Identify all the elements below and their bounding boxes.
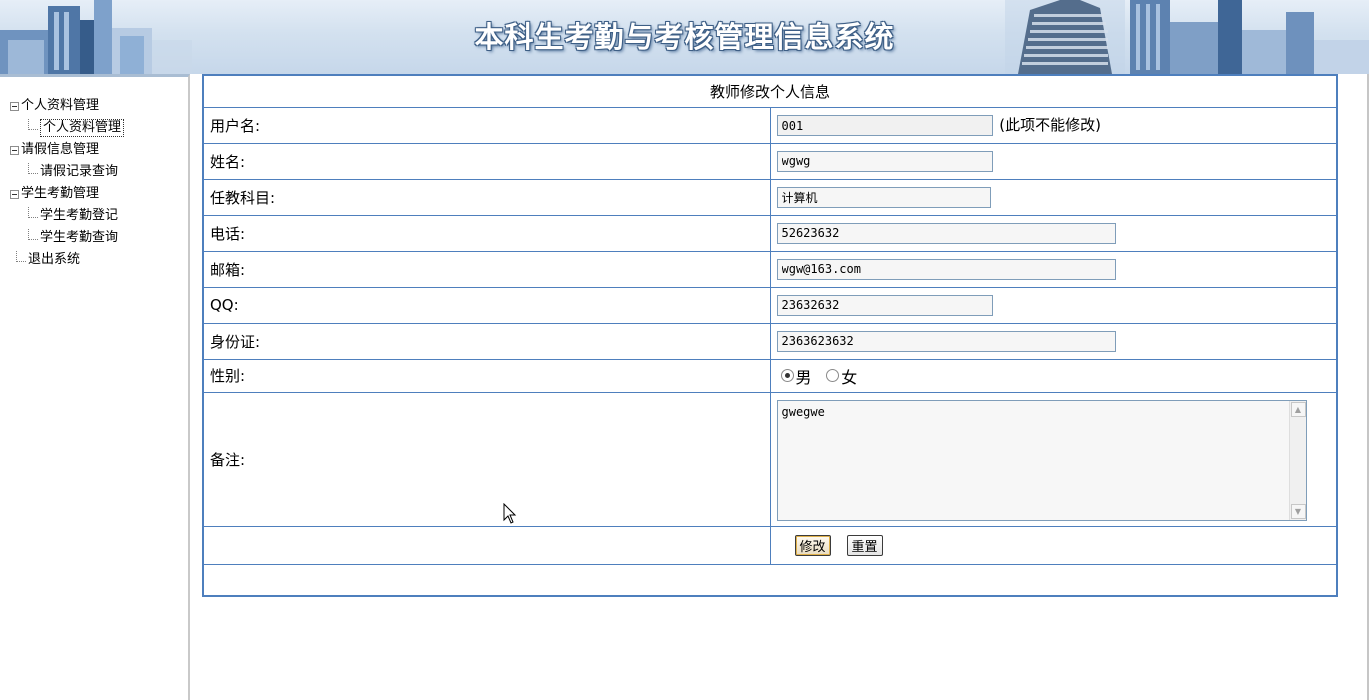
mouse-pointer-icon xyxy=(503,503,517,524)
tree-item-attendance-register[interactable]: 学生考勤登记 xyxy=(10,205,124,227)
tree-item-label[interactable]: 请假记录查询 xyxy=(40,161,118,183)
tree-item-leave-query[interactable]: 请假记录查询 xyxy=(10,161,124,183)
idcard-field[interactable] xyxy=(776,330,1116,352)
tree-item-profile[interactable]: 个人资料管理 xyxy=(10,117,125,139)
tree-connector-icon xyxy=(28,206,38,218)
name-field[interactable] xyxy=(776,150,993,172)
nav-tree: 个人资料管理 个人资料管理 请假信息管理 请假记录查询 学生考勤管理 学生考勤登… xyxy=(10,95,125,271)
form-caption: 教师修改个人信息 xyxy=(202,74,1338,108)
qq-field[interactable] xyxy=(776,294,993,316)
idcard-label: 身份证: xyxy=(202,322,771,360)
tree-item-label[interactable]: 学生考勤查询 xyxy=(40,227,118,249)
tree-group-label[interactable]: 请假信息管理 xyxy=(21,139,99,161)
form-footer-row xyxy=(202,563,1338,597)
button-row-spacer xyxy=(202,525,771,565)
gender-male-label[interactable]: 男 xyxy=(796,364,812,388)
modify-button[interactable]: 修改 xyxy=(794,534,831,556)
email-label: 邮箱: xyxy=(202,250,771,288)
subject-field[interactable] xyxy=(776,186,991,208)
main-content: 教师修改个人信息 用户名: (此项不能修改) 姓名: 任教科目: 电话: 邮箱:… xyxy=(202,74,1338,597)
phone-label: 电话: xyxy=(202,214,771,252)
system-title: 本科生考勤与考核管理信息系统 xyxy=(474,20,895,54)
radio-unchecked-icon[interactable] xyxy=(826,369,840,382)
gender-female-label[interactable]: 女 xyxy=(841,364,857,388)
tree-connector-icon xyxy=(28,162,38,174)
tree-connector-icon xyxy=(28,118,38,130)
remark-textarea[interactable]: gwegwe ▲ ▼ xyxy=(776,399,1307,521)
username-field[interactable] xyxy=(776,115,993,137)
tree-item-label[interactable]: 学生考勤登记 xyxy=(40,205,118,227)
scroll-up-icon[interactable]: ▲ xyxy=(1290,401,1306,417)
textarea-scrollbar[interactable]: ▲ ▼ xyxy=(1288,400,1306,520)
username-hint: (此项不能修改) xyxy=(999,115,1101,134)
gender-male-option[interactable]: 男 xyxy=(780,364,812,388)
tree-group-label[interactable]: 个人资料管理 xyxy=(21,95,99,117)
name-label: 姓名: xyxy=(202,142,771,180)
collapse-icon[interactable] xyxy=(10,101,19,111)
tree-group-profile[interactable]: 个人资料管理 xyxy=(10,95,124,117)
radio-checked-icon[interactable] xyxy=(780,369,794,382)
tree-item-exit[interactable]: 退出系统 xyxy=(10,249,124,271)
exit-system-link[interactable]: 退出系统 xyxy=(28,249,80,271)
header-banner: 本科生考勤与考核管理信息系统 xyxy=(0,0,1369,74)
reset-button[interactable]: 重置 xyxy=(846,534,883,556)
tree-item-label[interactable]: 个人资料管理 xyxy=(40,119,125,137)
gender-label: 性别: xyxy=(202,358,771,393)
left-nav-panel: 个人资料管理 个人资料管理 请假信息管理 请假记录查询 学生考勤管理 学生考勤登… xyxy=(0,74,190,700)
tree-connector-icon xyxy=(28,228,38,240)
collapse-icon[interactable] xyxy=(10,145,19,155)
scroll-down-icon[interactable]: ▼ xyxy=(1290,503,1306,519)
phone-field[interactable] xyxy=(776,222,1116,244)
tree-group-attendance[interactable]: 学生考勤管理 xyxy=(10,183,124,205)
gender-female-option[interactable]: 女 xyxy=(826,364,857,388)
tree-item-attendance-query[interactable]: 学生考勤查询 xyxy=(10,227,124,249)
qq-label: QQ: xyxy=(202,286,771,324)
tree-group-label[interactable]: 学生考勤管理 xyxy=(21,183,99,205)
subject-label: 任教科目: xyxy=(202,178,771,216)
collapse-icon[interactable] xyxy=(10,189,19,199)
remark-text[interactable]: gwegwe xyxy=(782,405,825,419)
tree-group-leave[interactable]: 请假信息管理 xyxy=(10,139,124,161)
tree-connector-icon xyxy=(16,250,26,262)
remark-label: 备注: xyxy=(202,391,771,527)
email-field[interactable] xyxy=(776,258,1116,280)
teacher-info-form: 教师修改个人信息 用户名: (此项不能修改) 姓名: 任教科目: 电话: 邮箱:… xyxy=(202,74,1338,597)
username-label: 用户名: xyxy=(202,106,771,144)
